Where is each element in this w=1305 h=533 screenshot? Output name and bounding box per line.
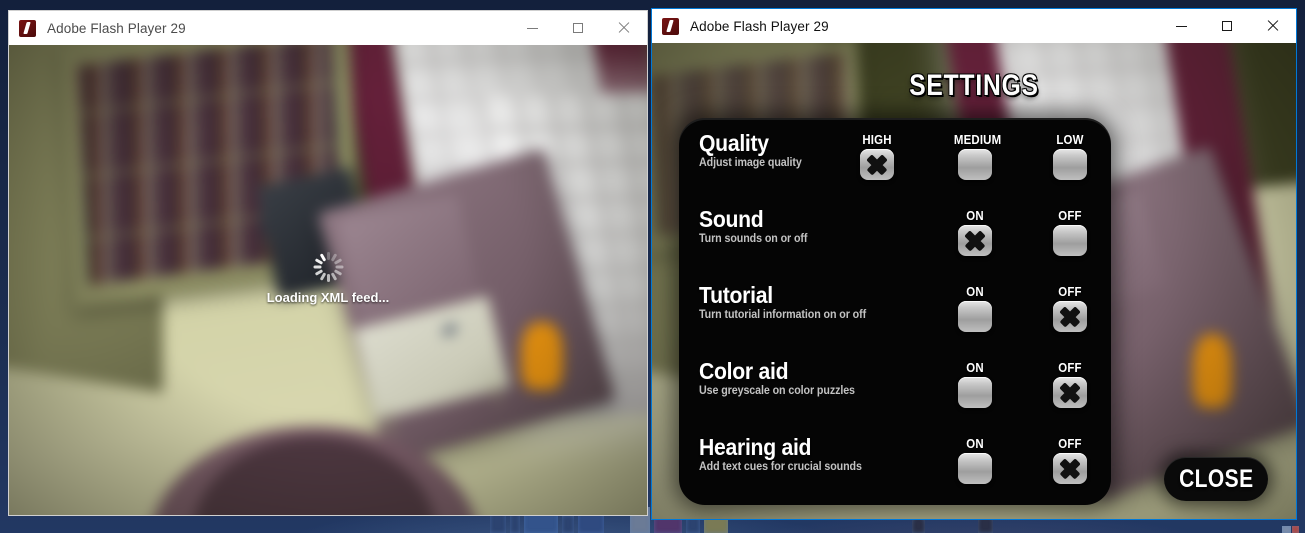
minimize-icon: [1175, 25, 1187, 27]
titlebar-left[interactable]: Adobe Flash Player 29: [9, 11, 647, 45]
settings-option-off[interactable]: OFF: [1046, 284, 1094, 332]
window-controls-left: [509, 11, 647, 45]
toggle-unchecked-icon[interactable]: [1053, 149, 1087, 180]
settings-row-description: Add text cues for crucial sounds: [699, 460, 862, 473]
adobe-flash-icon: [662, 17, 679, 35]
flash-stage-left[interactable]: Loading XML feed...: [9, 45, 647, 515]
close-settings-label: CLOSE: [1178, 464, 1254, 493]
toggle-checked-icon[interactable]: [958, 225, 992, 256]
toggle-checked-icon[interactable]: [860, 149, 894, 180]
settings-panel: Quality Adjust image quality HIGH MEDIUM LOW…: [679, 118, 1111, 505]
settings-option-label: ON: [966, 284, 984, 299]
settings-option-label: OFF: [1058, 284, 1082, 299]
titlebar-right[interactable]: Adobe Flash Player 29: [652, 9, 1296, 43]
settings-heading: SETTINGS: [909, 69, 1039, 102]
maximize-icon: [1222, 21, 1232, 31]
minimize-icon: [526, 27, 538, 29]
settings-option-off[interactable]: OFF: [1046, 360, 1094, 408]
settings-row-description: Turn sounds on or off: [699, 232, 808, 245]
settings-row-tutorial: Tutorial Turn tutorial information on or …: [699, 282, 1111, 344]
flash-player-window-right[interactable]: Adobe Flash Player 29 SETTINGS Quality Ad: [651, 8, 1297, 520]
settings-row-title: Color aid: [699, 358, 789, 384]
settings-option-label: OFF: [1058, 436, 1082, 451]
window-controls-right: [1158, 9, 1296, 43]
close-settings-button[interactable]: CLOSE: [1164, 457, 1268, 501]
settings-option-label: ON: [966, 208, 984, 223]
window-title-left: Adobe Flash Player 29: [47, 20, 186, 36]
adobe-flash-icon: [19, 19, 36, 37]
settings-option-label: LOW: [1056, 132, 1084, 147]
settings-row-description: Turn tutorial information on or off: [699, 308, 867, 321]
maximize-button-left[interactable]: [555, 11, 601, 45]
toggle-checked-icon[interactable]: [1053, 301, 1087, 332]
loading-text: Loading XML feed...: [266, 289, 390, 305]
settings-option-label: HIGH: [862, 132, 892, 147]
settings-option-label: OFF: [1058, 360, 1082, 375]
settings-row-color-aid: Color aid Use greyscale on color puzzles O…: [699, 358, 1111, 420]
window-title-right: Adobe Flash Player 29: [690, 18, 829, 34]
loading-spinner-icon: [313, 251, 343, 282]
settings-row-hearing-aid: Hearing aid Add text cues for crucial sou…: [699, 434, 1111, 496]
loading-overlay: Loading XML feed...: [9, 251, 647, 305]
flash-player-window-left[interactable]: Adobe Flash Player 29 Loading XML feed..…: [8, 10, 648, 516]
close-icon: [618, 22, 630, 34]
settings-option-on[interactable]: ON: [951, 208, 999, 256]
close-icon: [1267, 20, 1279, 32]
toggle-unchecked-icon[interactable]: [1053, 225, 1087, 256]
settings-row-title: Tutorial: [699, 282, 773, 308]
settings-option-medium[interactable]: MEDIUM: [951, 132, 1002, 180]
settings-option-high[interactable]: HIGH: [853, 132, 901, 180]
settings-option-label: OFF: [1058, 208, 1082, 223]
toggle-unchecked-icon[interactable]: [958, 301, 992, 332]
maximize-button-right[interactable]: [1204, 9, 1250, 43]
toggle-unchecked-icon[interactable]: [958, 149, 992, 180]
settings-option-off[interactable]: OFF: [1046, 208, 1094, 256]
settings-option-label: MEDIUM: [953, 132, 1002, 147]
settings-row-sound: Sound Turn sounds on or off ON OFF: [699, 206, 1111, 268]
toggle-checked-icon[interactable]: [1053, 377, 1087, 408]
flash-stage-right[interactable]: SETTINGS Quality Adjust image quality HIGH…: [652, 43, 1296, 519]
settings-option-off[interactable]: OFF: [1046, 436, 1094, 484]
settings-option-label: ON: [966, 360, 984, 375]
minimize-button-left[interactable]: [509, 11, 555, 45]
settings-option-label: ON: [966, 436, 984, 451]
settings-row-title: Sound: [699, 206, 764, 232]
settings-row-description: Use greyscale on color puzzles: [699, 384, 855, 397]
maximize-icon: [573, 23, 583, 33]
settings-row-title: Hearing aid: [699, 434, 812, 460]
settings-option-on[interactable]: ON: [951, 284, 999, 332]
close-button-right[interactable]: [1250, 9, 1296, 43]
toggle-unchecked-icon[interactable]: [958, 453, 992, 484]
settings-option-low[interactable]: LOW: [1046, 132, 1094, 180]
toggle-unchecked-icon[interactable]: [958, 377, 992, 408]
settings-option-on[interactable]: ON: [951, 436, 999, 484]
toggle-checked-icon[interactable]: [1053, 453, 1087, 484]
minimize-button-right[interactable]: [1158, 9, 1204, 43]
settings-option-on[interactable]: ON: [951, 360, 999, 408]
close-button-left[interactable]: [601, 11, 647, 45]
settings-row-quality: Quality Adjust image quality HIGH MEDIUM LOW: [699, 131, 1111, 192]
